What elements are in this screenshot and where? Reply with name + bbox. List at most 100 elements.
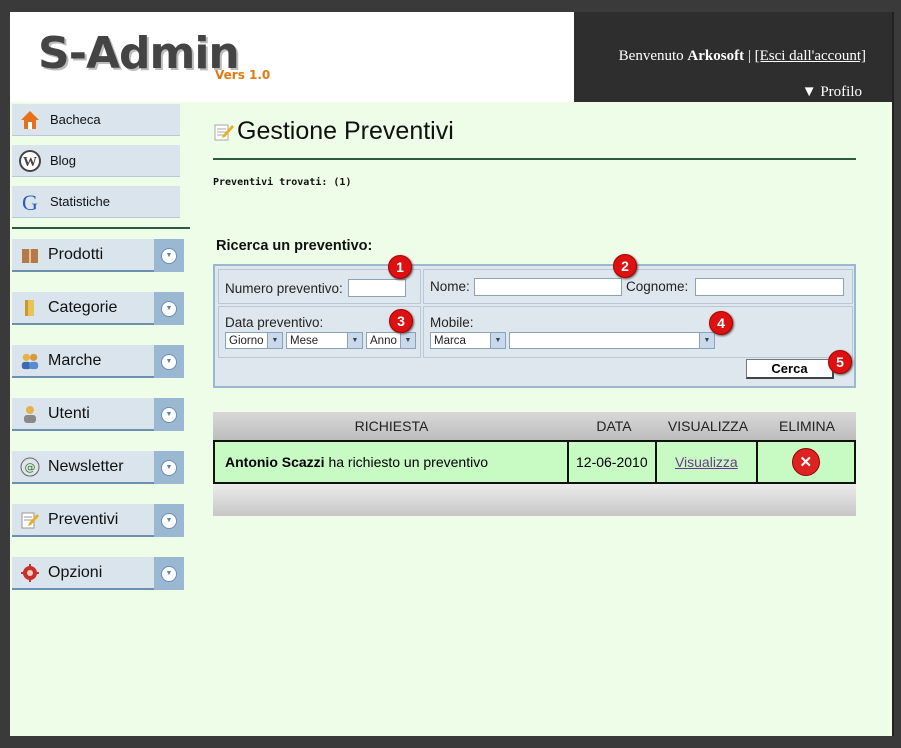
chevron-down-icon: ▼ xyxy=(699,333,714,348)
sidebar-item-label: Newsletter xyxy=(48,457,124,475)
expand-toggle[interactable]: ▼ xyxy=(154,345,184,378)
cognome-input[interactable] xyxy=(695,278,844,296)
main-content: Gestione Preventivi Preventivi trovati: … xyxy=(213,117,856,516)
data-label: Data preventivo: xyxy=(225,315,324,330)
chevron-down-icon: ▼ xyxy=(347,333,362,348)
sidebar-item-bacheca[interactable]: Bacheca xyxy=(12,104,180,136)
folder-icon xyxy=(20,298,40,318)
sidebar-item-label: Utenti xyxy=(48,404,90,422)
mobile-label: Mobile: xyxy=(430,315,474,330)
sidebar-item-label: Preventivi xyxy=(48,510,119,528)
mese-select[interactable]: Mese ▼ xyxy=(286,332,363,349)
logo-version: Vers 1.0 xyxy=(215,68,271,82)
sidebar-item-newsletter[interactable]: @ Newsletter ▼ xyxy=(12,451,184,484)
modello-select[interactable]: ▼ xyxy=(509,332,715,349)
profile-menu[interactable]: ▼ Profilo xyxy=(802,84,862,101)
sidebar-divider xyxy=(12,227,190,229)
nome-cell: Nome: Cognome: xyxy=(423,269,853,304)
table-header: RICHIESTA DATA VISUALIZZA ELIMINA xyxy=(213,412,856,440)
expand-toggle[interactable]: ▼ xyxy=(154,292,184,325)
chevron-down-icon: ▼ xyxy=(161,459,177,476)
delete-cell: ✕ xyxy=(755,442,854,482)
svg-text:G: G xyxy=(22,190,38,214)
sidebar-item-label: Bacheca xyxy=(50,112,101,127)
chevron-down-icon: ▼ xyxy=(161,247,177,264)
sidebar-item-categorie[interactable]: Categorie ▼ xyxy=(12,292,184,325)
date-cell: 12-06-2010 xyxy=(566,442,656,482)
home-icon xyxy=(18,108,42,132)
request-text: ha richiesto un preventivo xyxy=(324,454,488,470)
chevron-down-icon: ▼ xyxy=(490,333,505,348)
wordpress-icon: W xyxy=(18,149,42,173)
sidebar-item-statistiche[interactable]: G Statistiche xyxy=(12,186,180,218)
page-title: Gestione Preventivi xyxy=(213,117,856,146)
sidebar: Bacheca W Blog G Statistiche Prodotti ▼ xyxy=(12,104,192,610)
chevron-down-icon: ▼ xyxy=(400,333,415,348)
sidebar-item-label: Statistiche xyxy=(50,194,110,209)
chevron-down-icon: ▼ xyxy=(267,333,282,348)
sidebar-item-label: Opzioni xyxy=(48,563,103,581)
chevron-down-icon: ▼ xyxy=(161,353,177,370)
chevron-down-icon: ▼ xyxy=(161,512,177,529)
page-title-text: Gestione Preventivi xyxy=(237,117,454,145)
numero-label: Numero preventivo: xyxy=(225,281,343,296)
expand-toggle[interactable]: ▼ xyxy=(154,398,184,431)
top-bar: Benvenuto Arkosoft | [Esci dall'account]… xyxy=(574,12,892,102)
svg-text:W: W xyxy=(23,155,37,170)
chevron-down-icon: ▼ xyxy=(161,300,177,317)
sidebar-item-prodotti[interactable]: Prodotti ▼ xyxy=(12,239,184,272)
annotation-badge-1: 1 xyxy=(388,255,412,279)
anno-value: Anno xyxy=(370,334,397,347)
document-edit-icon xyxy=(213,121,235,143)
welcome-prefix: Benvenuto xyxy=(618,48,684,64)
title-divider xyxy=(213,158,856,160)
marca-select[interactable]: Marca ▼ xyxy=(430,332,506,349)
delete-icon[interactable]: ✕ xyxy=(791,448,820,476)
results-table: RICHIESTA DATA VISUALIZZA ELIMINA Antoni… xyxy=(213,412,856,516)
header-richiesta: RICHIESTA xyxy=(354,418,429,434)
annotation-badge-2: 2 xyxy=(613,254,637,278)
sidebar-item-blog[interactable]: W Blog xyxy=(12,145,180,177)
sidebar-item-label: Blog xyxy=(50,153,77,168)
document-edit-icon xyxy=(20,510,40,530)
sidebar-item-opzioni[interactable]: Opzioni ▼ xyxy=(12,557,184,590)
view-link[interactable]: Visualizza xyxy=(675,454,738,470)
gear-icon xyxy=(20,563,40,583)
numero-input[interactable] xyxy=(348,279,406,297)
anno-select[interactable]: Anno ▼ xyxy=(366,332,416,349)
chevron-down-icon: ▼ xyxy=(161,406,177,423)
google-icon: G xyxy=(18,190,42,214)
email-icon: @ xyxy=(20,457,40,477)
sidebar-item-utenti[interactable]: Utenti ▼ xyxy=(12,398,184,431)
sidebar-item-marche[interactable]: Marche ▼ xyxy=(12,345,184,378)
request-cell: Antonio Scazzi ha richiesto un preventiv… xyxy=(215,442,567,482)
welcome-text: Benvenuto Arkosoft | [Esci dall'account] xyxy=(619,48,866,65)
cognome-label: Cognome: xyxy=(626,279,689,294)
annotation-badge-4: 4 xyxy=(709,311,733,335)
users-icon xyxy=(20,351,40,371)
mese-value: Mese xyxy=(290,334,319,347)
header-data: DATA xyxy=(596,418,632,434)
expand-toggle[interactable]: ▼ xyxy=(154,451,184,484)
user-icon xyxy=(20,404,40,424)
separator: | xyxy=(747,48,751,64)
expand-toggle[interactable]: ▼ xyxy=(154,504,184,537)
expand-toggle[interactable]: ▼ xyxy=(154,557,184,590)
expand-toggle[interactable]: ▼ xyxy=(154,239,184,272)
giorno-select[interactable]: Giorno ▼ xyxy=(225,332,283,349)
cerca-button[interactable]: Cerca xyxy=(746,359,834,379)
logout-link[interactable]: [Esci dall'account] xyxy=(755,48,866,64)
sidebar-item-label: Marche xyxy=(48,351,102,369)
header-visualizza: VISUALIZZA xyxy=(667,418,749,434)
logo: S-Admin xyxy=(38,28,240,79)
date-selects: Giorno ▼ Mese ▼ Anno ▼ xyxy=(225,332,419,349)
box-icon xyxy=(20,245,40,265)
svg-text:@: @ xyxy=(25,461,36,474)
nome-input[interactable] xyxy=(474,278,622,296)
sidebar-item-label: Prodotti xyxy=(48,245,104,263)
sidebar-item-label: Categorie xyxy=(48,298,118,316)
sidebar-item-preventivi[interactable]: Preventivi ▼ xyxy=(12,504,184,537)
admin-window: S-Admin Vers 1.0 Benvenuto Arkosoft | [E… xyxy=(10,12,894,736)
annotation-badge-3: 3 xyxy=(389,309,413,333)
table-row: Antonio Scazzi ha richiesto un preventiv… xyxy=(213,440,856,484)
